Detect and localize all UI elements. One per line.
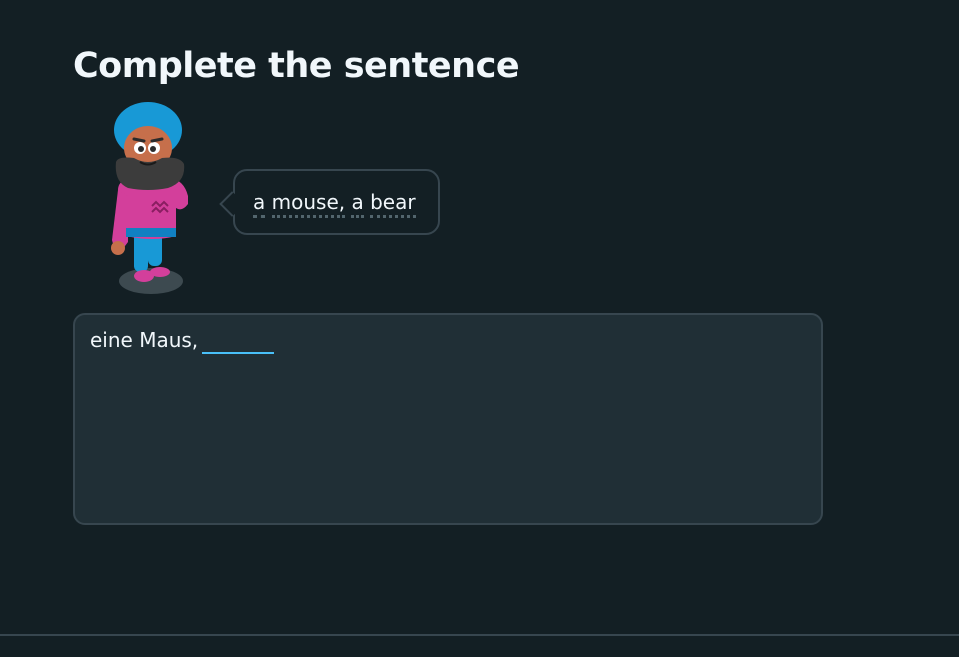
character-avatar bbox=[104, 100, 196, 300]
hint-word[interactable]: mouse, bbox=[271, 190, 346, 218]
speech-bubble-tail bbox=[219, 191, 245, 217]
character-illustration bbox=[111, 102, 188, 294]
exercise-page: Complete the sentence a mouse, a bear ei… bbox=[0, 0, 959, 657]
footer-divider bbox=[0, 634, 959, 636]
speech-bubble-text: a mouse, a bear bbox=[253, 189, 438, 218]
hint-word[interactable]: bear bbox=[370, 190, 416, 218]
hint-word[interactable]: a bbox=[253, 190, 266, 218]
page-title: Complete the sentence bbox=[73, 46, 520, 86]
speech-bubble: a mouse, a bear bbox=[219, 169, 440, 235]
hint-word[interactable]: a bbox=[351, 190, 364, 218]
sentence-line: eine Maus, bbox=[90, 325, 806, 355]
blank-answer-input[interactable] bbox=[202, 328, 275, 354]
answer-area: eine Maus, bbox=[73, 313, 823, 525]
sentence-prompt: eine Maus, bbox=[90, 328, 199, 352]
